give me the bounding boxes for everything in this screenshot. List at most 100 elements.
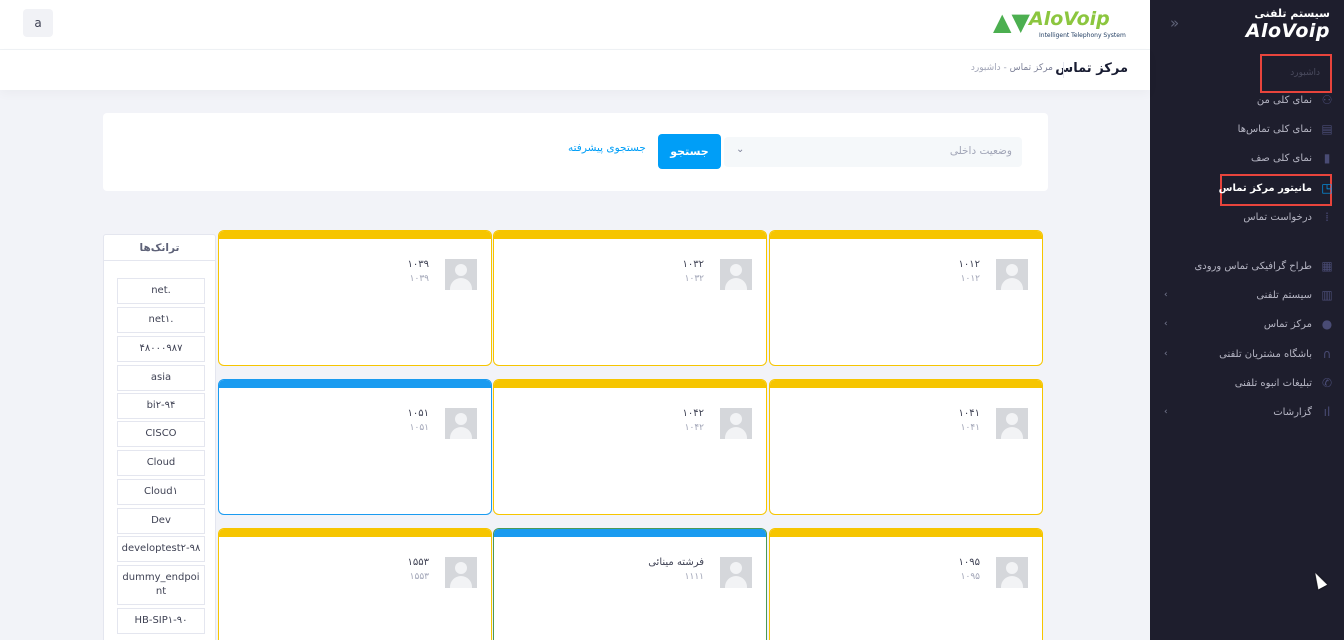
logo-brand: AloVoip xyxy=(1245,20,1330,42)
agent-name: ۱۵۵۳ xyxy=(407,557,429,568)
avatar xyxy=(445,408,477,439)
trunk-item[interactable]: HB-SIP۱-۹۰ xyxy=(117,608,205,634)
agent-name: ۱۰۴۱ xyxy=(958,408,980,419)
agent-extension: ۱۵۵۳ xyxy=(409,572,429,582)
search-button[interactable]: جستجو xyxy=(658,134,721,169)
trunk-item[interactable]: Cloud۱ xyxy=(117,479,205,505)
trunk-item[interactable]: asia xyxy=(117,365,205,391)
agent-card[interactable]: فرشته مینائی ۱۱۱۱ xyxy=(493,528,767,640)
trunk-item[interactable]: net. xyxy=(117,278,205,304)
agent-card[interactable]: ۱۰۵۱ ۱۰۵۱ xyxy=(218,379,492,515)
agent-status-bar xyxy=(219,380,491,388)
agent-name: ۱۰۴۲ xyxy=(682,408,704,419)
sidebar-item-label: طراح گرافیکی تماس ورودی xyxy=(1194,260,1312,272)
sidebar-item-call-request[interactable]: درخواست تماس ⁞ xyxy=(1158,205,1334,229)
agent-name: ۱۰۳۹ xyxy=(407,259,429,270)
agent-name: ۱۰۱۲ xyxy=(958,259,980,270)
agent-status-bar xyxy=(770,529,1042,537)
double-chevron-icon[interactable]: » xyxy=(1170,14,1179,32)
flowchart-icon: ▦ xyxy=(1321,259,1333,273)
sidebar-item-calls-overview[interactable]: نمای کلی تماس‌ها ▤ xyxy=(1158,117,1334,141)
breadcrumb-home[interactable]: داشبورد xyxy=(971,63,1001,73)
trunk-item[interactable]: bi۲-۹۴ xyxy=(117,393,205,419)
sidebar: سیستم تلفنی AloVoip » داشبورد نمای کلی م… xyxy=(1150,0,1344,640)
queue-icon: ▮ xyxy=(1323,151,1331,165)
avatar xyxy=(720,259,752,290)
sidebar-item-ivr-designer[interactable]: طراح گرافیکی تماس ورودی ▦ xyxy=(1158,254,1334,278)
trunk-item[interactable]: net۱. xyxy=(117,307,205,333)
status-select[interactable]: وضعیت داخلی ⌄ xyxy=(724,137,1022,167)
trunk-item[interactable]: Dev xyxy=(117,508,205,534)
page-subheader: مرکز تماس مرکز تماس - داشبورد xyxy=(0,50,1150,90)
avatar xyxy=(445,259,477,290)
logo-brand-text: AloVoip xyxy=(1029,8,1110,30)
title-divider xyxy=(1063,62,1064,78)
sidebar-item-label: باشگاه مشتریان تلفنی xyxy=(1219,348,1312,360)
agent-status-bar xyxy=(770,231,1042,239)
user-menu-button[interactable]: a xyxy=(23,9,53,37)
chevron-down-icon: ⌄ xyxy=(736,144,745,155)
avatar xyxy=(445,557,477,588)
sidebar-item-customer-club[interactable]: ‹ باشگاه مشتریان تلفنی ∩ xyxy=(1158,342,1334,366)
logo-mark-icon: ▲▼ xyxy=(993,8,1030,36)
chevron-left-icon: ‹ xyxy=(1164,290,1168,300)
agent-status-bar xyxy=(494,231,766,239)
avatar xyxy=(996,557,1028,588)
logo-tagline: Intelligent Telephony System xyxy=(1039,32,1126,39)
agent-extension: ۱۰۳۹ xyxy=(409,274,429,284)
trunk-item[interactable]: Cloud xyxy=(117,450,205,476)
chevron-left-icon: ‹ xyxy=(1164,319,1168,329)
advanced-search-link[interactable]: جستجوی پیشرفته xyxy=(568,142,646,154)
agent-status-bar xyxy=(219,529,491,537)
search-card: وضعیت داخلی ⌄ جستجو جستجوی پیشرفته xyxy=(103,113,1048,191)
agent-card[interactable]: ۱۰۹۵ ۱۰۹۵ xyxy=(769,528,1043,640)
sidebar-section-title: داشبورد xyxy=(1290,68,1320,78)
avatar xyxy=(720,408,752,439)
agent-extension: ۱۰۵۱ xyxy=(409,423,429,433)
trunk-item[interactable]: ۴۸۰۰۰۹۸۷ xyxy=(117,336,205,362)
agent-status-bar xyxy=(494,380,766,388)
headset-icon: ∩ xyxy=(1322,347,1332,361)
agent-card[interactable]: ۱۰۴۱ ۱۰۴۱ xyxy=(769,379,1043,515)
sidebar-item-label: تبلیغات انبوه تلفنی xyxy=(1234,377,1312,389)
agent-name: فرشته مینائی xyxy=(648,557,704,568)
user-group-icon: ⚇ xyxy=(1321,93,1333,107)
sidebar-item-label: نمای کلی تماس‌ها xyxy=(1237,123,1312,135)
agent-card[interactable]: ۱۵۵۳ ۱۵۵۳ xyxy=(218,528,492,640)
trunk-item[interactable]: developtest۲-۹۸ xyxy=(117,536,205,562)
logo-subtitle: سیستم تلفنی xyxy=(1254,7,1330,20)
agent-card[interactable]: ۱۰۳۹ ۱۰۳۹ xyxy=(218,230,492,366)
breadcrumb-current: مرکز تماس xyxy=(1009,63,1053,73)
sidebar-item-label: سیستم تلفنی xyxy=(1256,289,1312,301)
sidebar-item-callcenter-monitor[interactable]: مانیتور مرکز تماس ◳ xyxy=(1158,176,1334,200)
trunk-item[interactable]: CISCO xyxy=(117,421,205,447)
agent-card[interactable]: ۱۰۳۲ ۱۰۳۲ xyxy=(493,230,767,366)
sidebar-item-bulk-ads[interactable]: تبلیغات انبوه تلفنی ✆ xyxy=(1158,371,1334,395)
sidebar-item-my-overview[interactable]: نمای کلی من ⚇ xyxy=(1158,88,1334,112)
page-title: مرکز تماس xyxy=(1055,61,1128,76)
sidebar-logo[interactable]: سیستم تلفنی AloVoip xyxy=(1220,7,1330,43)
chevron-left-icon: ‹ xyxy=(1164,407,1168,417)
agent-card[interactable]: ۱۰۱۲ ۱۰۱۲ xyxy=(769,230,1043,366)
sidebar-item-call-center[interactable]: ‹ مرکز تماس ● xyxy=(1158,312,1334,336)
status-select-placeholder: وضعیت داخلی xyxy=(949,145,1012,157)
agent-icon: ● xyxy=(1321,317,1333,331)
bar-chart-icon: ıl xyxy=(1323,405,1331,419)
sidebar-item-queue-overview[interactable]: نمای کلی صف ▮ xyxy=(1158,146,1334,170)
chevron-left-icon: ‹ xyxy=(1164,349,1168,359)
sidebar-item-label: نمای کلی صف xyxy=(1250,152,1312,164)
trunks-panel: ترانک‌ها net. net۱. ۴۸۰۰۰۹۸۷ asia bi۲-۹۴… xyxy=(103,234,216,640)
header-logo[interactable]: ▲▼ AloVoip Intelligent Telephony System xyxy=(993,8,1128,42)
agent-extension: ۱۰۹۵ xyxy=(960,572,980,582)
agent-card[interactable]: ۱۰۴۲ ۱۰۴۲ xyxy=(493,379,767,515)
agent-status-bar xyxy=(494,529,766,537)
phone-book-icon: ▤ xyxy=(1321,122,1333,136)
avatar xyxy=(996,259,1028,290)
sidebar-item-phone-system[interactable]: ‹ سیستم تلفنی ▥ xyxy=(1158,283,1334,307)
avatar xyxy=(996,408,1028,439)
agent-name: ۱۰۵۱ xyxy=(407,408,429,419)
trunks-title: ترانک‌ها xyxy=(104,235,215,261)
sidebar-item-reports[interactable]: ‹ گزارشات ıl xyxy=(1158,400,1334,424)
phone-icon: ✆ xyxy=(1321,376,1333,390)
trunk-item[interactable]: dummy_endpoint xyxy=(117,565,205,605)
